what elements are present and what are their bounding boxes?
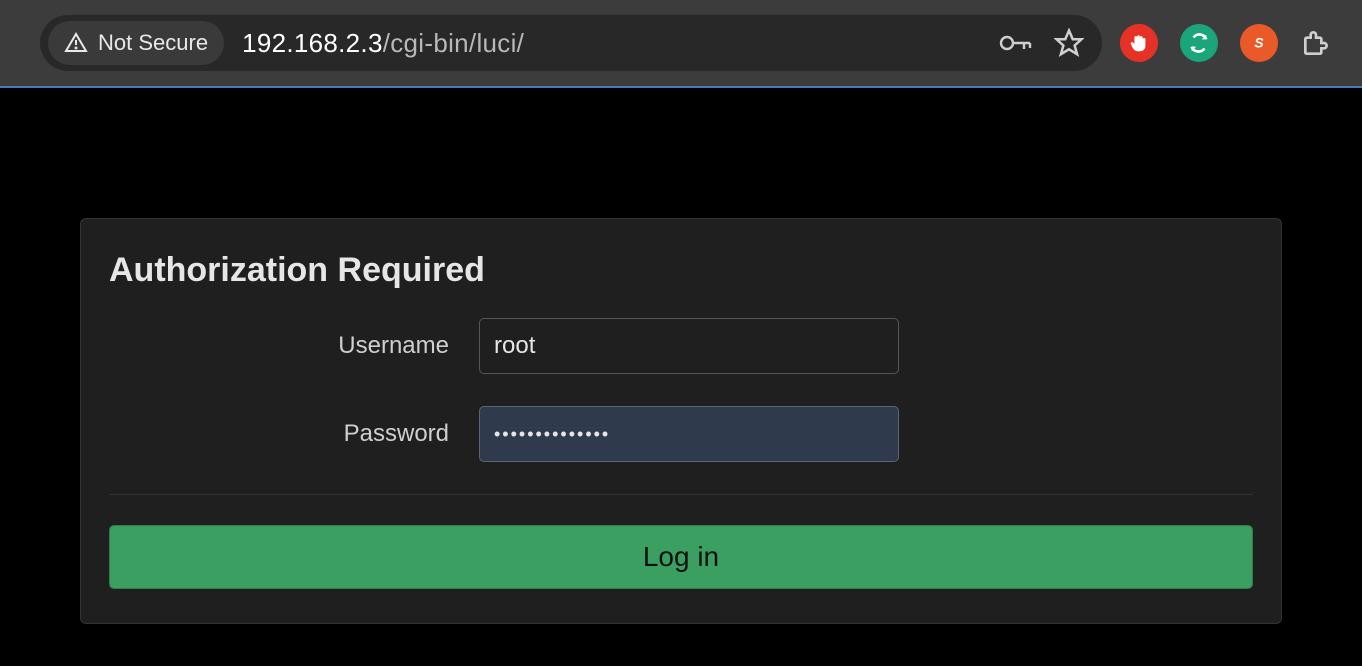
password-input[interactable] bbox=[479, 406, 899, 462]
password-row: Password bbox=[109, 406, 1253, 462]
page-title: Authorization Required bbox=[109, 251, 1253, 290]
not-secure-label: Not Secure bbox=[98, 30, 208, 56]
hand-block-icon[interactable] bbox=[1120, 24, 1158, 62]
key-icon[interactable] bbox=[998, 31, 1032, 55]
url-host: 192.168.2.3 bbox=[242, 28, 383, 58]
url-path: /cgi-bin/luci/ bbox=[383, 28, 524, 58]
warning-triangle-icon bbox=[64, 31, 88, 55]
divider bbox=[109, 494, 1253, 495]
sync-icon[interactable] bbox=[1180, 24, 1218, 62]
url-text[interactable]: 192.168.2.3/cgi-bin/luci/ bbox=[242, 28, 980, 59]
password-label: Password bbox=[109, 420, 479, 448]
browser-address-bar: Not Secure 192.168.2.3/cgi-bin/luci/ bbox=[0, 0, 1362, 88]
lightning-icon[interactable]: S bbox=[1240, 24, 1278, 62]
puzzle-icon[interactable] bbox=[1300, 27, 1332, 59]
username-label: Username bbox=[109, 332, 479, 360]
address-pill[interactable]: Not Secure 192.168.2.3/cgi-bin/luci/ bbox=[40, 15, 1102, 71]
star-icon[interactable] bbox=[1054, 28, 1084, 58]
not-secure-chip[interactable]: Not Secure bbox=[48, 21, 224, 65]
login-button[interactable]: Log in bbox=[109, 525, 1253, 589]
username-input[interactable] bbox=[479, 318, 899, 374]
auth-card: Authorization Required Username Password… bbox=[80, 218, 1282, 624]
svg-text:S: S bbox=[1254, 36, 1264, 51]
username-row: Username bbox=[109, 318, 1253, 374]
address-right-icons bbox=[998, 28, 1084, 58]
page-content: Authorization Required Username Password… bbox=[0, 88, 1362, 624]
toolbar-right: S bbox=[1120, 24, 1332, 62]
